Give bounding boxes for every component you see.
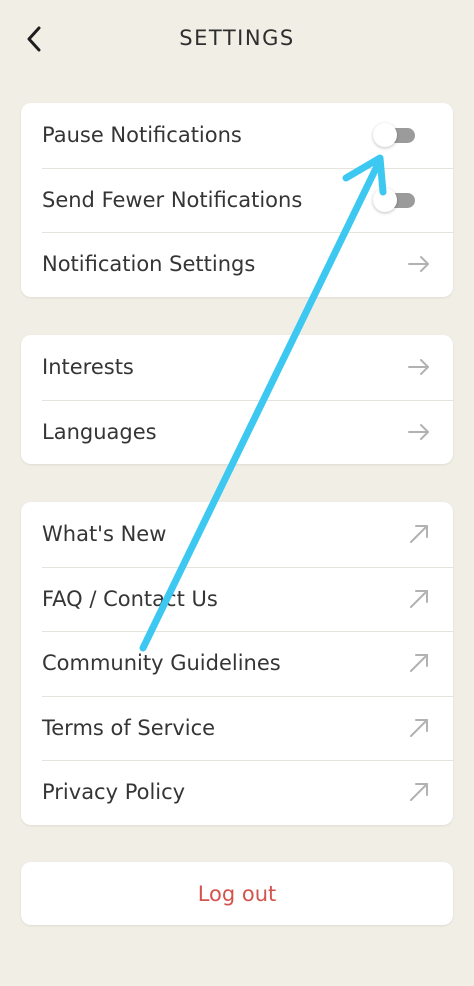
info-links-card: What's New FAQ / Contact Us Community Gu… [21,502,453,825]
community-guidelines-row[interactable]: Community Guidelines [21,631,453,696]
arrow-right-icon [407,252,431,276]
external-link-arrow-icon [407,780,431,804]
external-link-arrow-icon [407,587,431,611]
top-bar: SETTINGS [0,0,474,78]
languages-row[interactable]: Languages [21,399,453,465]
languages-label: Languages [42,419,157,444]
pause-notifications-label: Pause Notifications [42,123,242,148]
preferences-card: Interests Languages [21,335,453,464]
interests-row[interactable]: Interests [21,335,453,400]
faq-contact-row[interactable]: FAQ / Contact Us [21,566,453,632]
arrow-right-icon [407,420,431,444]
external-link-arrow-icon [407,716,431,740]
terms-of-service-row[interactable]: Terms of Service [21,695,453,761]
toggle-knob [373,187,397,212]
pause-notifications-row[interactable]: Pause Notifications [21,103,453,168]
privacy-policy-row[interactable]: Privacy Policy [21,760,453,825]
pause-notifications-toggle[interactable] [373,122,417,148]
privacy-policy-label: Privacy Policy [42,780,186,805]
notification-settings-label: Notification Settings [42,252,256,277]
logout-label: Log out [197,881,277,906]
send-fewer-notifications-row[interactable]: Send Fewer Notifications [21,167,453,233]
page-title: SETTINGS [179,26,295,50]
notification-settings-row[interactable]: Notification Settings [21,232,453,297]
interests-label: Interests [42,355,134,380]
external-link-arrow-icon [407,651,431,675]
send-fewer-notifications-toggle[interactable] [373,187,417,213]
notifications-card: Pause Notifications Send Fewer Notificat… [21,103,453,297]
whats-new-label: What's New [42,522,167,547]
logout-button[interactable]: Log out [21,862,453,925]
whats-new-row[interactable]: What's New [21,502,453,567]
send-fewer-notifications-label: Send Fewer Notifications [42,187,303,212]
arrow-right-icon [407,355,431,379]
toggle-knob [373,123,397,148]
terms-of-service-label: Terms of Service [42,715,216,740]
external-link-arrow-icon [407,522,431,546]
community-guidelines-label: Community Guidelines [42,651,281,676]
faq-contact-label: FAQ / Contact Us [42,586,218,611]
